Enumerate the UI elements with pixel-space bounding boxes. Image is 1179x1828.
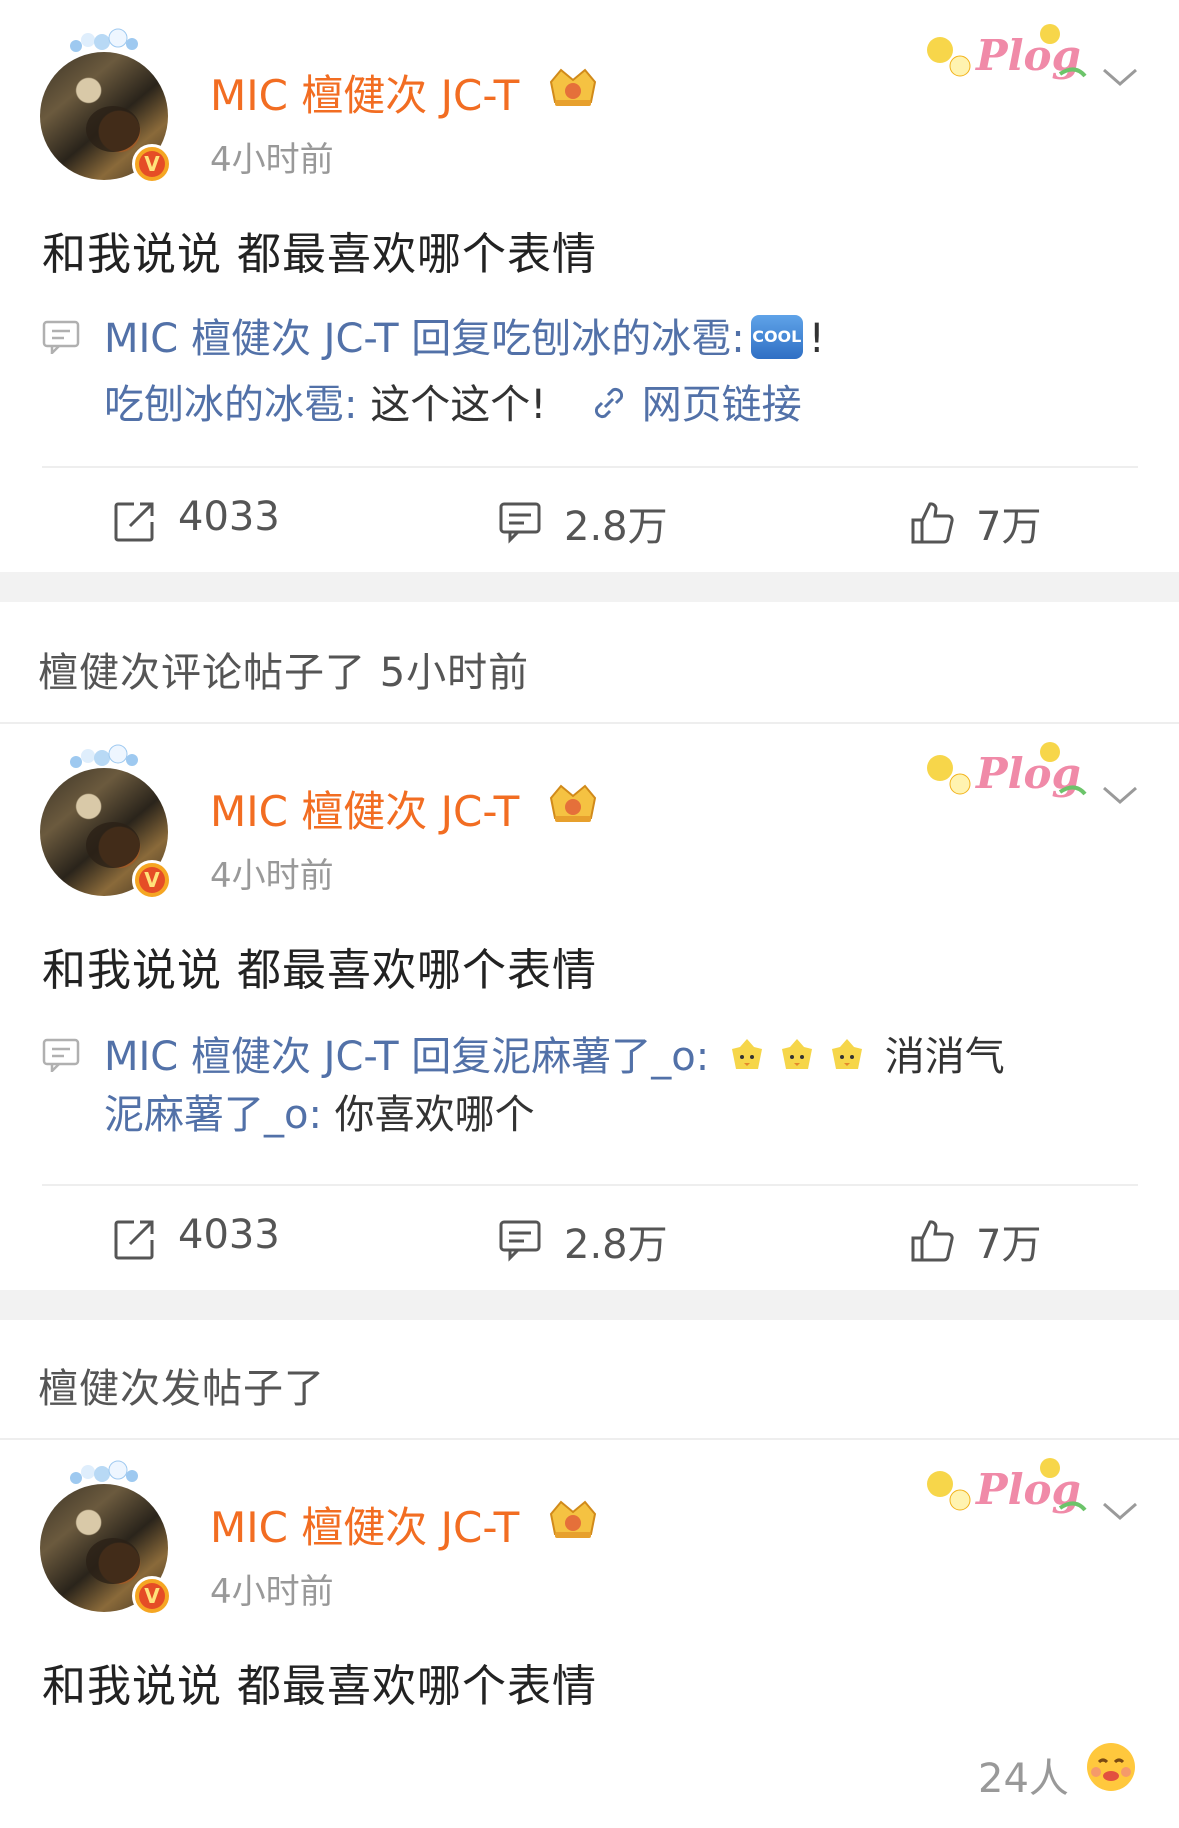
repost-count: 4033 [178,1212,280,1258]
reaction-count: 24人 [978,1756,1069,1802]
section-gap [0,1290,1179,1320]
reply-line-2: 吃刨冰的冰雹: 这个这个! 网页链接 [104,372,802,430]
comment-icon [499,502,541,544]
chevron-down-icon[interactable] [1100,1498,1140,1524]
section-header: 檀健次评论帖子了 5小时前 [0,602,1179,722]
section-gap [0,572,1179,602]
author-name[interactable]: MIC 檀健次 JC-T [210,62,519,123]
comment-bubble-icon [42,1038,80,1072]
post-card[interactable]: V MIC 檀健次 JC-T 4小时前 Plog 和我说说 都最喜欢哪个表情 M… [0,0,1179,572]
repost-count: 4033 [178,494,280,540]
reply-header[interactable]: MIC 檀健次 JC-T 回复泥麻薯了_o: [104,1034,709,1080]
verified-v-badge-icon: V [132,860,172,900]
post-content: 和我说说 都最喜欢哪个表情 [42,1661,597,1712]
reply-user[interactable]: 泥麻薯了_o: [104,1092,322,1138]
chevron-down-icon[interactable] [1100,64,1140,90]
reply-line-1: MIC 檀健次 JC-T 回复吃刨冰的冰雹: COOL! [104,306,825,364]
plog-sticker-icon: Plog [927,1458,1087,1514]
reply-text: 这个这个! [370,382,547,428]
thumbs-up-icon [911,1220,954,1262]
post-content: 和我说说 都最喜欢哪个表情 [42,945,597,996]
repost-icon [114,502,154,542]
hug-face-emoji-icon[interactable] [1084,1740,1138,1794]
verified-v-badge-icon: V [132,144,172,184]
chevron-down-icon[interactable] [1100,782,1140,808]
reply-line-1: MIC 檀健次 JC-T 回复泥麻薯了_o: 消消气 [104,1024,1005,1082]
comment-count: 2.8万 [564,504,668,550]
crown-icon [549,1500,597,1538]
reply-user[interactable]: 吃刨冰的冰雹: [104,382,357,428]
divider [42,466,1138,468]
post-time: 4小时前 [210,856,334,896]
plog-sticker-icon: Plog [927,24,1087,80]
crown-icon [549,68,597,106]
avatar[interactable]: V [40,28,172,184]
section-header-text: 檀健次发帖子了 [38,1366,325,1412]
author-name[interactable]: MIC 檀健次 JC-T [210,1494,519,1555]
plog-sticker-icon: Plog [927,742,1087,798]
link-icon [594,387,623,419]
post-time: 4小时前 [210,1572,334,1612]
section-header: 檀健次发帖子了 [0,1320,1179,1438]
cool-emoji-icon: COOL [750,315,803,359]
section-header-text: 檀健次评论帖子了 5小时前 [38,650,530,696]
post-content: 和我说说 都最喜欢哪个表情 [42,229,597,280]
chick-emoji-icon [731,1039,762,1069]
thumbs-up-icon [911,502,954,544]
reply-text: 你喜欢哪个 [334,1092,535,1138]
reply-suffix: 消消气 [884,1034,1005,1080]
like-count: 7万 [976,504,1042,550]
post-time: 4小时前 [210,140,334,180]
repost-icon [114,1220,154,1260]
avatar[interactable]: V [40,744,172,900]
like-count: 7万 [976,1222,1042,1268]
chick-emoji-icon [781,1039,812,1069]
reply-line-2: 泥麻薯了_o: 你喜欢哪个 [104,1082,535,1140]
reply-suffix: ! [808,316,825,362]
verified-v-badge-icon: V [132,1576,172,1616]
avatar[interactable]: V [40,1460,172,1616]
post-card[interactable]: V MIC 檀健次 JC-T 4小时前 Plog 和我说说 都最喜欢哪个表情 M… [0,724,1179,1290]
crown-icon [549,784,597,822]
comment-bubble-icon [42,320,80,354]
web-link[interactable]: 网页链接 [642,382,802,428]
chick-emoji-icon [831,1039,862,1069]
reply-header[interactable]: MIC 檀健次 JC-T 回复吃刨冰的冰雹: [104,316,745,362]
author-name[interactable]: MIC 檀健次 JC-T [210,778,519,839]
comment-icon [499,1220,541,1262]
comment-count: 2.8万 [564,1222,668,1268]
divider [42,1184,1138,1186]
